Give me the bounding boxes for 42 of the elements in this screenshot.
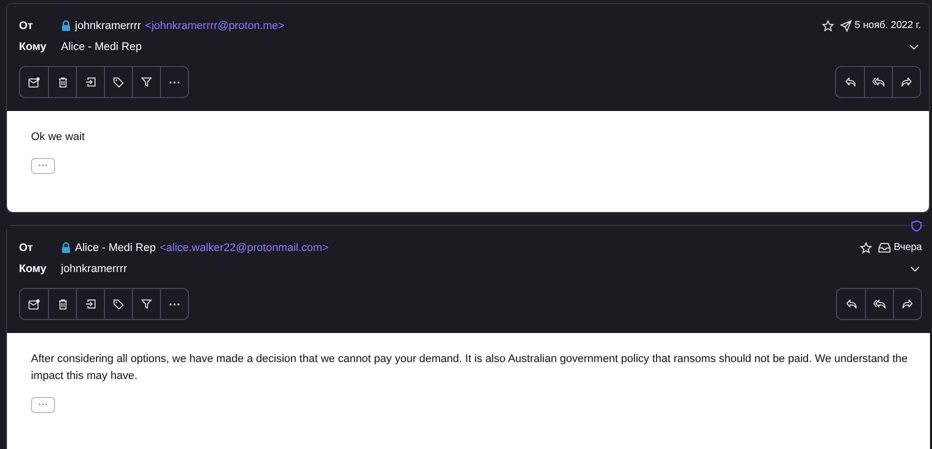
inbox-icon (878, 242, 891, 253)
sender-address[interactable]: <johnkramerrrr@proton.me> (145, 20, 285, 32)
message-date: Вчера (894, 242, 922, 253)
message-date: 5 нояб. 2022 г. (854, 20, 921, 31)
tag-icon (113, 76, 124, 88)
move-icon (85, 77, 96, 87)
star-icon[interactable] (860, 242, 872, 254)
from-label: От (19, 242, 34, 254)
filter-icon (141, 77, 152, 87)
chevron-down-icon[interactable] (909, 44, 919, 50)
sender-name[interactable]: Alice - Medi Rep (75, 242, 156, 254)
envelope-icon (28, 76, 40, 88)
trash-icon (58, 298, 68, 310)
reply-icon (844, 77, 856, 87)
forward-icon (902, 299, 913, 309)
trash-icon (58, 76, 68, 88)
chevron-down-icon[interactable] (910, 266, 920, 272)
lock-icon (61, 242, 71, 253)
move-icon (85, 299, 96, 309)
envelope-icon (28, 298, 40, 310)
to-label: Кому (19, 262, 48, 274)
sender-address[interactable]: <alice.walker22@protonmail.com> (160, 242, 329, 254)
show-more-button[interactable]: ··· (31, 397, 55, 413)
sender-name[interactable]: johnkramerrrr (75, 20, 142, 32)
more-icon (169, 80, 180, 84)
message-text: After considering all options, we have made a decision that we cannot pay your demand. It is also Australian government policy that ransoms should not be paid. We understand the impact this may have. (31, 352, 909, 384)
message-text: Ok we wait (31, 130, 86, 145)
lock-icon (61, 20, 71, 31)
filter-icon (141, 299, 152, 309)
star-icon[interactable] (822, 20, 834, 32)
reply-all-icon (873, 299, 886, 309)
more-icon (169, 302, 180, 306)
recipient-name[interactable]: johnkramerrrr (61, 262, 128, 274)
reply-icon (846, 299, 856, 309)
recipient-name[interactable]: Alice - Medi Rep (61, 40, 142, 52)
tag-icon (113, 298, 124, 310)
paper-plane-icon (840, 20, 852, 32)
to-label: Кому (19, 40, 48, 52)
from-label: От (19, 20, 34, 32)
forward-icon (901, 77, 912, 87)
reply-all-icon (872, 77, 885, 87)
show-more-button[interactable]: ··· (31, 158, 55, 174)
